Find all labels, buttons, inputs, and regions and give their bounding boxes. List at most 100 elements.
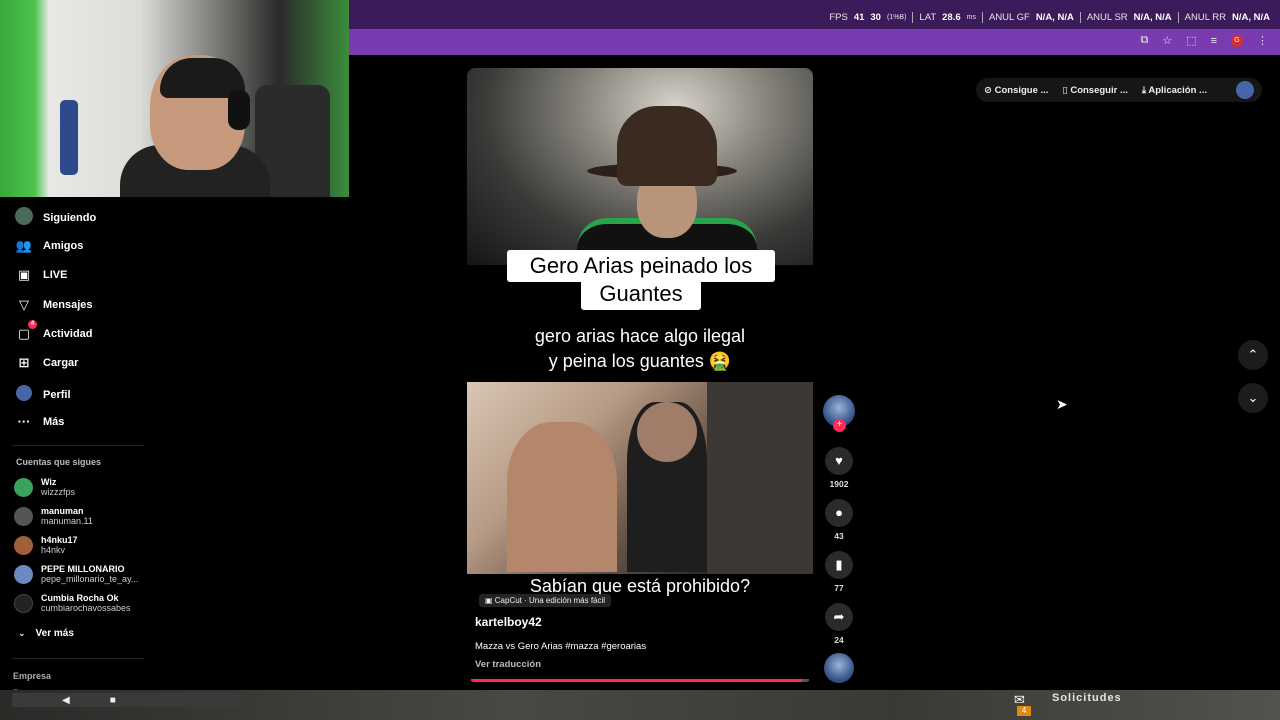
anul-sr-label: ANUL SR — [1086, 12, 1128, 23]
bookmark-star-icon[interactable]: ☆ — [1162, 34, 1172, 47]
capcut-tag[interactable]: ▣ CapCut · Una edición más fácil — [479, 594, 612, 607]
sidebar-item-actividad[interactable]: ▢ 4 Actividad — [15, 320, 93, 342]
sidebar-item-amigos[interactable]: 👥 Amigos — [15, 238, 83, 254]
anul-gf-value: N/A, N/A — [1035, 12, 1074, 23]
comment-button[interactable]: ● 43 — [822, 499, 856, 541]
account-username: cumbiarochavossabes — [41, 603, 131, 613]
account-name: manuman — [41, 506, 84, 516]
video-frame-top — [467, 68, 813, 268]
next-video-button[interactable]: ⌄ — [1238, 383, 1268, 413]
followed-accounts-title: Cuentas que sigues — [16, 457, 102, 467]
music-disc-icon — [824, 653, 854, 683]
avatar: + — [823, 395, 855, 432]
like-button[interactable]: ♥ 1902 — [822, 447, 856, 489]
sidebar-item-label: LIVE — [43, 269, 68, 281]
sidebar-item-perfil[interactable]: Perfil — [15, 385, 71, 404]
avatar — [14, 564, 33, 584]
account-name: PEPE MILLONARIO — [41, 564, 125, 574]
footer-link-empresa[interactable]: Empresa — [13, 671, 51, 681]
avatar — [14, 593, 33, 613]
anul-gf-label: ANUL GF — [988, 12, 1030, 23]
desktop-app-label: Aplicación ... — [1148, 84, 1207, 96]
followed-account[interactable]: h4nku17 h4nkv — [14, 535, 78, 555]
profile-icon — [15, 385, 33, 404]
followed-account[interactable]: PEPE MILLONARIO pepe_millonario_te_ay... — [14, 564, 138, 584]
video-caption: gero arias hace algo ilegal y peina los … — [467, 324, 813, 374]
browser-menu-icon[interactable]: ⋮ — [1257, 34, 1268, 47]
performance-stats: FPS 41 30 (1%B) LAT 28.6 ms ANUL GF N/A,… — [829, 12, 1270, 23]
anul-rr-label: ANUL RR — [1184, 12, 1226, 23]
activity-badge: 4 — [28, 320, 37, 329]
sidebar-item-label: Cargar — [43, 357, 79, 369]
save-button[interactable]: ▮ 77 — [822, 551, 856, 593]
followed-account[interactable]: manuman manuman.11 — [14, 506, 93, 526]
account-name: Cumbia Rocha Ok — [41, 593, 119, 603]
live-icon: ▣ — [17, 267, 31, 282]
anul-sr-value: N/A, N/A — [1133, 12, 1172, 23]
avatar — [14, 506, 33, 526]
requests-label[interactable]: Solicitudes — [1052, 692, 1122, 704]
video-author[interactable]: kartelboy42 — [475, 615, 542, 629]
hat-shape — [617, 106, 717, 186]
video-frame-bottom — [467, 382, 813, 574]
desktop-app-link[interactable]: ⤓ Aplicación ... — [1142, 85, 1207, 96]
person-head — [637, 402, 697, 462]
activity-icon: ▢ 4 — [15, 320, 37, 342]
video-progress-fill — [471, 679, 803, 682]
video-description: Mazza vs Gero Arias #mazza #geroarias — [475, 641, 647, 652]
like-count: 1902 — [829, 479, 849, 489]
chevron-down-icon: ⌄ — [1247, 390, 1259, 405]
comment-icon: ● — [825, 499, 853, 527]
follow-plus-icon[interactable]: + — [833, 419, 846, 432]
sidebar-item-label: Siguiendo — [43, 211, 97, 224]
caption-line1: gero arias hace algo ilegal — [534, 326, 746, 346]
comment-count: 43 — [834, 531, 844, 541]
sidebar-item-siguiendo[interactable]: Siguiendo — [15, 207, 96, 228]
divider — [1079, 12, 1081, 23]
account-name: Wiz — [41, 477, 57, 487]
heart-icon: ♥ — [825, 447, 853, 475]
get-app-link[interactable]: ▯ Conseguir ... — [1062, 85, 1127, 96]
divider — [1177, 12, 1179, 23]
mail-badge: 4 — [1017, 706, 1031, 716]
sidebar: Siguiendo 👥 Amigos ▣ LIVE ▽ Mensajes ▢ 4 … — [0, 197, 160, 720]
video-progress-bar[interactable] — [471, 679, 809, 682]
profile-avatar-icon[interactable]: G — [1231, 34, 1243, 47]
sidebar-item-mensajes[interactable]: ▽ Mensajes — [15, 297, 93, 313]
divider — [981, 12, 983, 23]
user-avatar[interactable] — [1236, 81, 1254, 99]
account-name: h4nku17 — [41, 535, 78, 545]
avatar — [14, 477, 33, 497]
see-more-label: Ver más — [35, 628, 74, 639]
share-count: 24 — [834, 635, 844, 645]
get-app-label: Conseguir ... — [1070, 84, 1128, 96]
install-app-icon[interactable]: ⧉ — [1140, 34, 1148, 47]
sidebar-item-label: Mensajes — [43, 299, 93, 311]
followed-account[interactable]: Wiz wizzzfps — [14, 477, 75, 497]
share-button[interactable]: ➦ 24 — [822, 603, 856, 645]
media-controls: ◀ ■ — [12, 693, 242, 707]
get-coins-link[interactable]: ⊘ Consigue ... — [984, 85, 1048, 96]
stop-icon[interactable]: ■ — [110, 695, 116, 706]
followed-account[interactable]: Cumbia Rocha Ok cumbiarochavossabes — [14, 593, 131, 613]
capcut-label: CapCut · Una edición más fácil — [494, 596, 606, 605]
previous-video-button[interactable]: ⌃ — [1238, 340, 1268, 370]
sidebar-item-cargar[interactable]: ⊞ Cargar — [15, 355, 79, 371]
divider — [912, 12, 914, 23]
see-more-button[interactable]: ⌄ Ver más — [18, 628, 74, 639]
extensions-icon[interactable]: ⬚ — [1186, 34, 1196, 47]
get-coins-label: Consigue ... — [994, 84, 1049, 96]
media-queue-icon[interactable]: ≡ — [1211, 35, 1217, 47]
video-player[interactable]: Gero Arias peinado los Guantes gero aria… — [467, 68, 813, 682]
sidebar-item-label: Actividad — [43, 328, 93, 340]
capcut-icon: ▣ — [485, 596, 495, 605]
see-translation-link[interactable]: Ver traducción — [475, 659, 541, 670]
creator-avatar-button[interactable]: + — [822, 395, 856, 432]
play-back-icon[interactable]: ◀ — [62, 695, 70, 706]
sidebar-item-mas[interactable]: ··· Más — [15, 414, 65, 429]
mouse-cursor-icon: ➤ — [1056, 396, 1068, 412]
sidebar-item-live[interactable]: ▣ LIVE — [15, 267, 68, 283]
music-disc-button[interactable] — [822, 653, 856, 683]
webcam-overlay — [0, 0, 349, 197]
save-count: 77 — [834, 583, 844, 593]
